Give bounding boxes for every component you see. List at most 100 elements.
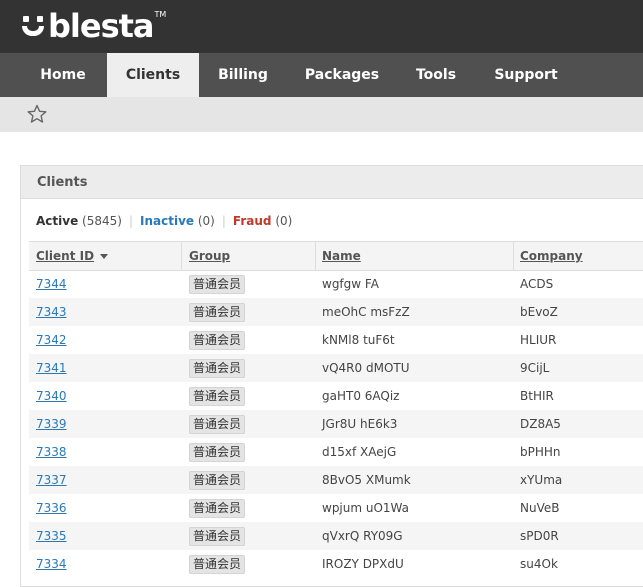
client-id-link[interactable]: 7337: [36, 466, 67, 494]
star-outline-icon[interactable]: [27, 104, 47, 124]
company-cell: HLIUR: [520, 333, 557, 347]
filter-fraud-count: (0): [275, 214, 293, 228]
nav-billing[interactable]: Billing: [199, 53, 287, 97]
company-cell: bPHHn: [520, 445, 561, 459]
table-row: 7340 普通会员 gaHT0 6AQiz BtHIR: [29, 382, 643, 410]
group-badge: 普通会员: [189, 443, 246, 462]
client-id-link[interactable]: 7336: [36, 494, 67, 522]
status-filters: Active (5845) | Inactive (0) | Fraud (0): [36, 214, 293, 228]
client-id-link[interactable]: 7341: [36, 354, 67, 382]
client-id-link[interactable]: 7343: [36, 298, 67, 326]
filter-inactive-count: (0): [197, 214, 215, 228]
name-cell: qVxrQ RY09G: [322, 529, 403, 543]
filter-inactive-label: Inactive: [140, 214, 195, 228]
group-badge: 普通会员: [189, 555, 246, 574]
group-badge: 普通会员: [189, 275, 246, 294]
group-cell: 普通会员: [189, 494, 246, 522]
table-row: 7343 普通会员 meOhC msFzZ bEvoZ: [29, 298, 643, 326]
group-cell: 普通会员: [189, 522, 246, 550]
nav-tools[interactable]: Tools: [397, 53, 475, 97]
group-badge: 普通会员: [189, 387, 246, 406]
client-id-link[interactable]: 7340: [36, 382, 67, 410]
company-cell: DZ8A5: [520, 417, 561, 431]
filter-fraud[interactable]: Fraud (0): [233, 214, 292, 228]
nav-support[interactable]: Support: [475, 53, 577, 97]
company-cell: sPD0R: [520, 529, 559, 543]
group-badge: 普通会员: [189, 499, 246, 518]
company-cell: NuVeB: [520, 501, 560, 515]
client-id-link[interactable]: 7334: [36, 550, 67, 578]
group-cell: 普通会员: [189, 410, 246, 438]
group-cell: 普通会员: [189, 354, 246, 382]
caret-down-icon: [100, 254, 109, 259]
group-cell: 普通会员: [189, 326, 246, 354]
group-badge: 普通会员: [189, 359, 246, 378]
group-cell: 普通会员: [189, 550, 246, 578]
filter-active-count: (5845): [82, 214, 122, 228]
group-badge: 普通会员: [189, 415, 246, 434]
company-cell: 9CijL: [520, 361, 550, 375]
name-cell: kNMl8 tuF6t: [322, 333, 395, 347]
name-cell: vQ4R0 dMOTU: [322, 361, 410, 375]
client-id-link[interactable]: 7344: [36, 270, 67, 298]
name-cell: JGr8U hE6k3: [322, 417, 398, 431]
header-client-id-label: Client ID: [36, 249, 95, 263]
table-header: Client ID Group Name Company: [29, 241, 643, 271]
company-cell: BtHIR: [520, 389, 554, 403]
header-company[interactable]: Company: [520, 242, 583, 270]
clients-panel: Clients Active (5845) | Inactive (0) | Fraud…: [20, 165, 643, 587]
top-header: blesta TM: [0, 0, 643, 53]
group-cell: 普通会员: [189, 298, 246, 326]
group-badge: 普通会员: [189, 471, 246, 490]
group-cell: 普通会员: [189, 270, 246, 298]
name-cell: gaHT0 6AQiz: [322, 389, 400, 403]
group-badge: 普通会员: [189, 303, 246, 322]
table-row: 7336 普通会员 wpjum uO1Wa NuVeB: [29, 494, 643, 522]
blesta-logo[interactable]: blesta TM: [20, 6, 166, 46]
company-cell: ACDS: [520, 277, 554, 291]
logo-text: blesta: [48, 7, 155, 45]
panel-title: Clients: [37, 175, 88, 190]
company-cell: bEvoZ: [520, 305, 558, 319]
client-id-link[interactable]: 7339: [36, 410, 67, 438]
panel-header: Clients: [21, 166, 643, 199]
group-badge: 普通会员: [189, 331, 246, 350]
company-cell: su4Ok: [520, 557, 558, 571]
trademark: TM: [154, 10, 167, 19]
header-group[interactable]: Group: [189, 242, 230, 270]
nav-clients[interactable]: Clients: [107, 53, 199, 97]
filter-inactive[interactable]: Inactive (0): [140, 214, 215, 228]
header-client-id[interactable]: Client ID: [36, 242, 109, 270]
group-badge: 普通会员: [189, 527, 246, 546]
name-cell: IROZY DPXdU: [322, 557, 404, 571]
sub-toolbar: [0, 97, 643, 132]
main-nav: Home Clients Billing Packages Tools Supp…: [0, 53, 643, 97]
table-row: 7338 普通会员 d15xf XAejG bPHHn: [29, 438, 643, 466]
name-cell: meOhC msFzZ: [322, 305, 410, 319]
group-cell: 普通会员: [189, 382, 246, 410]
table-row: 7341 普通会员 vQ4R0 dMOTU 9CijL: [29, 354, 643, 382]
table-row: 7334 普通会员 IROZY DPXdU su4Ok: [29, 550, 643, 578]
table-row: 7337 普通会员 8BvO5 XMumk xYUma: [29, 466, 643, 494]
client-id-link[interactable]: 7335: [36, 522, 67, 550]
table-row: 7344 普通会员 wgfgw FA ACDS: [29, 270, 643, 298]
table-row: 7342 普通会员 kNMl8 tuF6t HLIUR: [29, 326, 643, 354]
name-cell: wgfgw FA: [322, 277, 379, 291]
name-cell: 8BvO5 XMumk: [322, 473, 411, 487]
smiley-logo-icon: [20, 13, 46, 39]
filter-active[interactable]: Active (5845): [36, 214, 122, 228]
table-row: 7339 普通会员 JGr8U hE6k3 DZ8A5: [29, 410, 643, 438]
nav-home[interactable]: Home: [18, 53, 108, 97]
filter-fraud-label: Fraud: [232, 214, 272, 228]
group-cell: 普通会员: [189, 466, 246, 494]
filter-active-label: Active: [36, 214, 79, 228]
table-row: 7335 普通会员 qVxrQ RY09G sPD0R: [29, 522, 643, 550]
header-name[interactable]: Name: [322, 242, 361, 270]
group-cell: 普通会员: [189, 438, 246, 466]
name-cell: d15xf XAejG: [322, 445, 397, 459]
client-id-link[interactable]: 7342: [36, 326, 67, 354]
client-id-link[interactable]: 7338: [36, 438, 67, 466]
nav-packages[interactable]: Packages: [287, 53, 397, 97]
company-cell: xYUma: [520, 473, 563, 487]
name-cell: wpjum uO1Wa: [322, 501, 410, 515]
